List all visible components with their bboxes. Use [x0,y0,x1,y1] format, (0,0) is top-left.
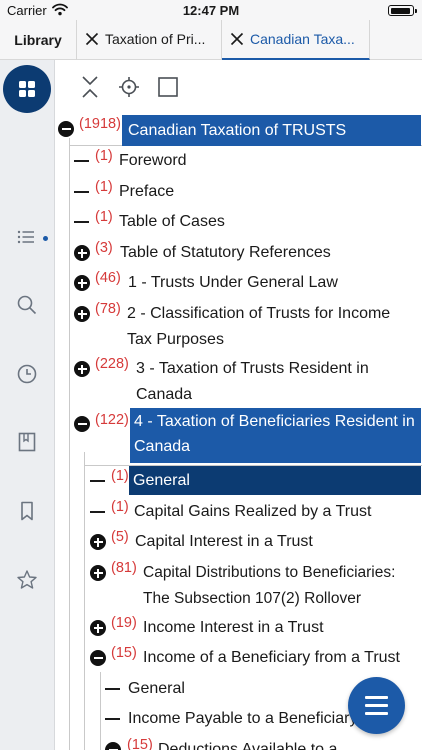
item-count: (122) [95,412,129,428]
tree-node[interactable]: (15) Deductions Available to a [55,737,422,750]
tree-node-title: Canadian Taxation of TRUSTS [122,115,421,146]
collapse-icon[interactable] [105,742,121,750]
expand-icon[interactable] [90,565,106,581]
tree-node[interactable]: (5) Capital Interest in a Trust [55,529,422,554]
favorite-star-icon[interactable] [14,567,40,593]
item-count: (1) [95,148,113,164]
item-count: (15) [111,645,137,661]
tree-node[interactable]: (1) General [55,466,422,495]
tree-node-title: 1 - Trusts Under General Law [128,274,338,291]
tree-node[interactable]: (1) Preface [55,179,422,204]
expand-icon[interactable] [74,361,90,377]
expand-icon[interactable] [74,245,90,261]
tree-node[interactable]: (81) Capital Distributions to Beneficiar… [55,560,422,610]
leaf-dash-icon [74,160,89,162]
leaf-dash-icon [105,718,120,720]
close-tab-icon[interactable] [85,32,99,46]
locate-icon[interactable] [116,74,142,100]
collapse-icon[interactable] [74,416,90,432]
tree-node-title: Preface [119,183,175,200]
select-checkbox-icon[interactable] [155,74,181,100]
bookmark-icon[interactable] [14,498,40,524]
search-icon[interactable] [14,292,40,318]
expand-icon[interactable] [74,306,90,322]
tree-node-title: Table of Cases [119,213,225,230]
tab-label: Taxation of Pri... [105,31,206,47]
collapse-icon[interactable] [58,121,74,137]
collapse-all-icon[interactable] [77,74,103,100]
tree-node[interactable]: (122) 4 - Taxation of Beneficiaries Resi… [55,408,422,464]
tree-node-title: 2 - Classification of Trusts for Income … [127,305,391,348]
item-count: (1) [111,499,129,515]
item-count: (228) [95,356,129,372]
tree-node-title: Income Payable to a Beneficiary [128,710,358,727]
tree-node[interactable]: (1) Capital Gains Realized by a Trust [55,499,422,524]
item-count: (78) [95,301,121,317]
menu-icon [365,696,388,699]
item-count: (1918) [79,116,121,132]
tree-node-title: 4 - Taxation of Beneficiaries Resident i… [130,408,421,463]
tree-node-title: Capital Gains Realized by a Trust [134,503,372,520]
menu-icon-bar [365,704,388,707]
home-grid-icon[interactable] [3,65,51,113]
item-count: (5) [111,529,129,545]
table-of-contents-icon[interactable] [14,224,40,250]
leaf-dash-icon [74,191,89,193]
collapse-icon[interactable] [90,650,106,666]
item-count: (1) [111,468,129,484]
tree-node-title: Income of a Beneficiary from a Trust [143,649,400,666]
tree-node-title: Table of Statutory References [120,244,331,261]
left-navigation-rail [0,60,55,750]
tree-node-title: General [129,466,421,495]
item-count: (46) [95,270,121,286]
tree-node-title: Foreword [119,152,187,169]
tree-node-title: 3 - Taxation of Trusts Resident in Canad… [136,360,369,403]
tab-library[interactable]: Library [0,20,77,60]
expand-icon[interactable] [74,275,90,291]
tree-node[interactable]: (15) Income of a Beneficiary from a Trus… [55,645,422,670]
expand-icon[interactable] [90,534,106,550]
tree-node-title: Income Interest in a Trust [143,619,324,636]
book-icon[interactable] [14,429,40,455]
item-count: (1) [95,209,113,225]
leaf-dash-icon [90,480,105,482]
leaf-dash-icon [105,688,120,690]
item-count: (81) [111,560,137,576]
tree-node-title: Deductions Available to a [158,741,338,750]
tree-node[interactable]: (1) Table of Cases [55,209,422,234]
tree-node[interactable]: (46) 1 - Trusts Under General Law [55,270,422,295]
leaf-dash-icon [90,511,105,513]
clock: 12:47 PM [182,3,240,18]
tree-node[interactable]: (78) 2 - Classification of Trusts for In… [55,301,422,351]
active-indicator-dot [43,236,48,241]
tree-node-title: Capital Interest in a Trust [135,533,313,550]
tree-node[interactable]: (19) Income Interest in a Trust [55,615,422,640]
close-tab-icon[interactable] [230,32,244,46]
menu-fab-button[interactable] [348,677,405,734]
tab-label: Canadian Taxa... [250,31,355,47]
tree-node[interactable]: (3) Table of Statutory References [55,240,422,265]
tree-node[interactable]: (228) 3 - Taxation of Trusts Resident in… [55,356,422,406]
tree-node-title: Capital Distributions to Beneficiaries: … [143,564,396,607]
leaf-dash-icon [74,221,89,223]
document-tab-bar: Library Taxation of Pri... Canadian Taxa… [0,20,422,60]
battery-icon [388,5,417,16]
item-count: (1) [95,179,113,195]
tree-node-title: General [128,680,185,697]
tree-node[interactable]: (1) Foreword [55,148,422,173]
item-count: (3) [95,240,113,256]
table-of-contents-tree: (1918) Canadian Taxation of TRUSTS (1) F… [55,110,422,750]
tab-canadian-taxation[interactable]: Canadian Taxa... [222,20,370,60]
tree-node-root[interactable]: (1918) Canadian Taxation of TRUSTS [55,115,422,146]
menu-icon-bar [365,712,388,715]
tab-taxation-of-private[interactable]: Taxation of Pri... [77,20,222,60]
expand-icon[interactable] [90,620,106,636]
item-count: (19) [111,615,137,631]
item-count: (15) [127,737,153,750]
status-bar: Carrier 12:47 PM [0,0,422,20]
history-icon[interactable] [14,361,40,387]
